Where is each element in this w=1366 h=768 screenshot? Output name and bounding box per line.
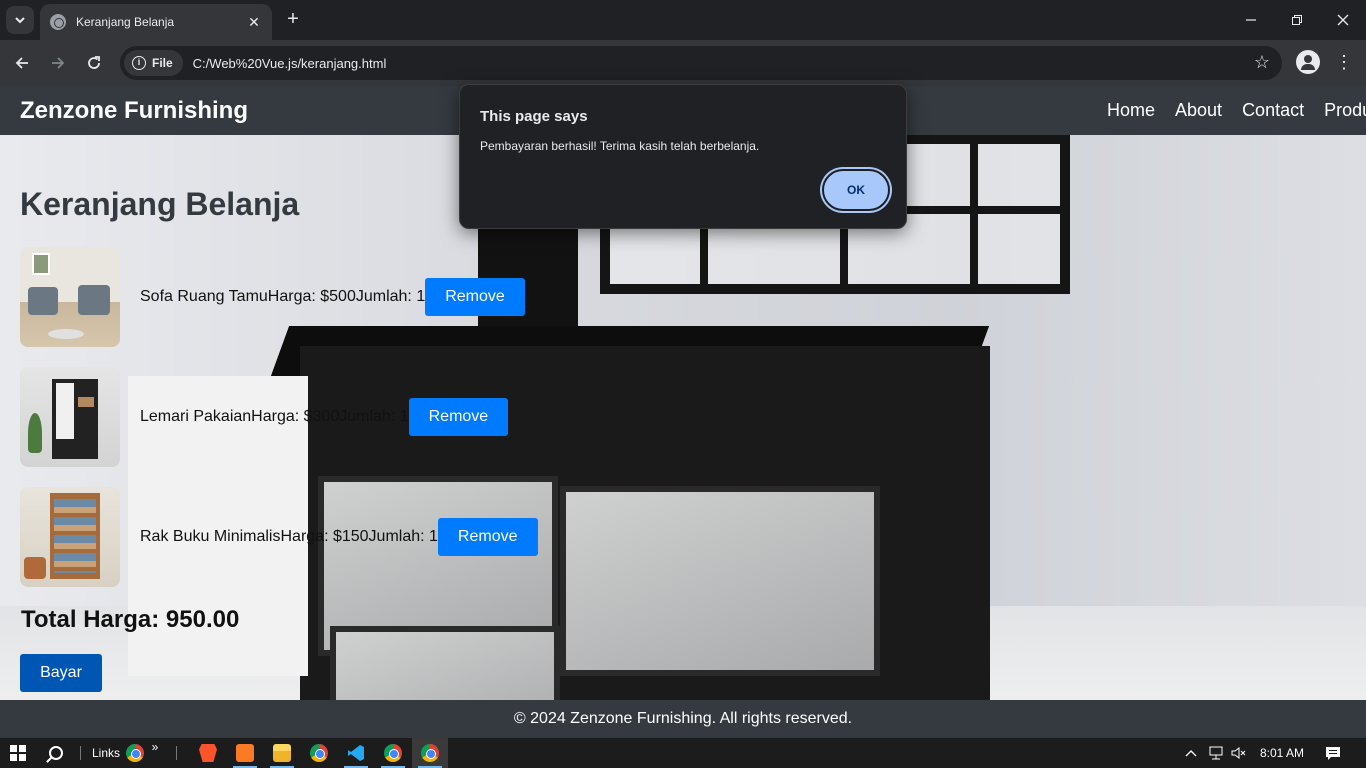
search-icon (49, 746, 63, 760)
site-nav: Home About Contact Produ (1107, 100, 1366, 121)
windows-taskbar: Links » 8:01 AM (0, 738, 1366, 768)
info-icon: i (132, 56, 146, 70)
chrome-active-app-icon[interactable] (412, 738, 448, 768)
taskbar-divider (176, 746, 177, 760)
dialog-message: Pembayaran berhasil! Terima kasih telah … (480, 139, 760, 153)
globe-icon (50, 14, 66, 30)
cart-item-text: Rak Buku MinimalisHarga: $150Jumlah: 1 (140, 528, 438, 545)
browser-menu-icon[interactable]: ⋮ (1334, 50, 1354, 74)
minimize-icon[interactable] (1228, 0, 1274, 40)
cart-item: Lemari PakaianHarga: $300Jumlah: 1 Remov… (20, 367, 509, 467)
nav-products-link[interactable]: Produ (1324, 100, 1366, 121)
thumb-detail (78, 285, 110, 315)
links-toolbar-label[interactable]: Links (90, 738, 122, 768)
thumb-detail (32, 253, 50, 275)
site-info-label: File (152, 56, 173, 70)
xampp-app-icon[interactable] (227, 738, 263, 768)
thumb-detail (28, 413, 42, 453)
site-footer: © 2024 Zenzone Furnishing. All rights re… (0, 700, 1366, 738)
page-title: Keranjang Belanja (20, 186, 300, 222)
pay-button[interactable]: Bayar (20, 654, 102, 692)
tab-close-icon[interactable]: ✕ (246, 14, 262, 31)
reload-icon[interactable] (81, 50, 107, 76)
thumb-detail (28, 287, 58, 315)
tab-search-chevron-icon[interactable] (6, 6, 34, 34)
thumb-detail (48, 329, 84, 339)
chrome-profile-app-icon[interactable] (375, 738, 411, 768)
site-info-chip[interactable]: i File (124, 50, 183, 76)
cart-item: Sofa Ruang TamuHarga: $500Jumlah: 1 Remo… (20, 247, 525, 347)
restore-icon[interactable] (1274, 0, 1320, 40)
remove-button[interactable]: Remove (437, 518, 538, 556)
nav-contact-link[interactable]: Contact (1242, 100, 1304, 121)
taskbar-search-button[interactable] (38, 738, 74, 768)
clock-time[interactable]: 8:01 AM (1254, 738, 1310, 768)
notifications-icon[interactable] (1318, 738, 1348, 768)
bookmark-star-icon[interactable]: ☆ (1254, 52, 1270, 73)
alert-dialog: This page says Pembayaran berhasil! Teri… (459, 84, 907, 229)
remove-button[interactable]: Remove (408, 398, 509, 436)
background-cabinet-panel (560, 486, 880, 676)
browser-tab[interactable]: Keranjang Belanja ✕ (40, 4, 272, 40)
cart-item-text: Lemari PakaianHarga: $300Jumlah: 1 (140, 408, 409, 425)
brave-browser-app-icon[interactable] (190, 738, 226, 768)
tab-title: Keranjang Belanja (76, 15, 175, 29)
url-text[interactable]: C:/Web%20Vue.js/keranjang.html (193, 56, 387, 71)
vscode-app-icon[interactable] (338, 738, 374, 768)
chrome-link-icon[interactable] (124, 738, 146, 768)
start-button[interactable] (0, 738, 36, 768)
dialog-ok-button[interactable]: OK (822, 169, 890, 211)
remove-button[interactable]: Remove (425, 278, 525, 316)
network-icon[interactable] (1206, 738, 1226, 768)
new-tab-icon[interactable]: + (282, 8, 304, 30)
chrome-app-icon[interactable] (301, 738, 337, 768)
site-brand[interactable]: Zenzone Furnishing (20, 97, 248, 125)
forward-icon[interactable] (45, 50, 71, 76)
links-overflow-chevron[interactable]: » (148, 732, 162, 762)
cart-item: Rak Buku MinimalisHarga: $150Jumlah: 1 R… (20, 487, 538, 587)
wardrobe-product-image (20, 367, 120, 467)
browser-tab-bar: Keranjang Belanja ✕ + (0, 0, 1366, 40)
browser-toolbar: i File C:/Web%20Vue.js/keranjang.html ☆ (0, 40, 1366, 86)
nav-home-link[interactable]: Home (1107, 100, 1155, 121)
close-window-icon[interactable] (1320, 0, 1366, 40)
sofa-product-image (20, 247, 120, 347)
back-icon[interactable] (9, 50, 35, 76)
cart-item-text: Sofa Ruang TamuHarga: $500Jumlah: 1 (140, 288, 426, 305)
nav-about-link[interactable]: About (1175, 100, 1222, 121)
thumb-detail (24, 557, 46, 579)
windows-logo-icon (10, 745, 26, 761)
dialog-title: This page says (480, 108, 588, 125)
thumb-detail (50, 493, 100, 579)
file-explorer-app-icon[interactable] (264, 738, 300, 768)
taskbar-divider (80, 746, 81, 760)
tray-overflow-icon[interactable] (1182, 738, 1200, 768)
bookshelf-product-image (20, 487, 120, 587)
address-bar[interactable]: i File C:/Web%20Vue.js/keranjang.html ☆ (120, 46, 1282, 80)
volume-muted-icon[interactable] (1228, 738, 1248, 768)
profile-avatar-icon[interactable] (1296, 50, 1320, 74)
total-price: Total Harga: 950.00 (21, 606, 240, 633)
thumb-detail (52, 379, 98, 459)
background-shelf-line (970, 134, 978, 294)
